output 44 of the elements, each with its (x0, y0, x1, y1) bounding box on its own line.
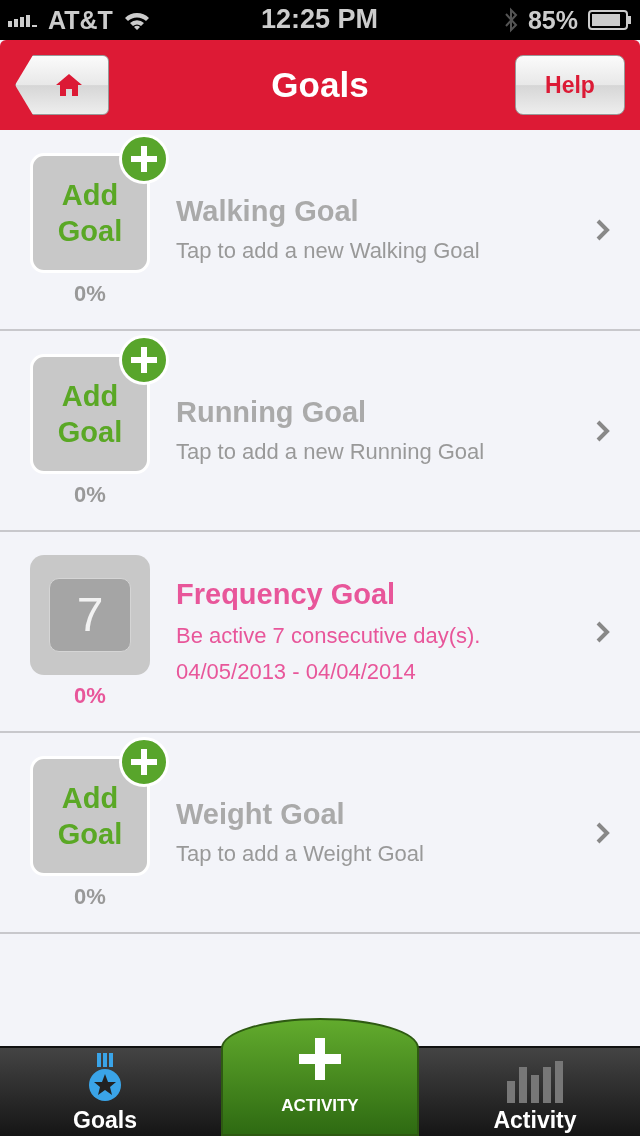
screen-title: Goals (270, 65, 370, 105)
plus-icon (131, 346, 157, 373)
goal-description: Tap to add a new Running Goal (176, 439, 486, 465)
add-activity-button[interactable]: ACTIVITY (221, 1018, 419, 1136)
add-goal-label: Add Goal (56, 177, 124, 249)
home-button[interactable] (15, 55, 109, 115)
progress-percent: 0% (74, 280, 106, 307)
home-icon (55, 73, 83, 97)
goal-row[interactable]: Add Goal 0% Weight Goal Tap to add a Weight Goal (0, 733, 640, 934)
tab-item[interactable]: Activity (430, 1048, 640, 1136)
plus-icon (299, 1038, 341, 1080)
progress-percent: 0% (74, 481, 106, 508)
plus-icon (131, 748, 157, 775)
add-goal-label: Add Goal (56, 780, 124, 852)
progress-percent: 0% (74, 682, 106, 709)
help-button[interactable]: Help (515, 55, 625, 115)
goal-description: Tap to add a Weight Goal (176, 841, 425, 867)
medal-icon (88, 1053, 122, 1103)
goal-title: Frequency Goal (176, 578, 397, 611)
goal-row[interactable]: Add Goal 0% Walking Goal Tap to add a new Walking Goal (0, 130, 640, 331)
carrier-name: AT&T (48, 5, 113, 35)
bluetooth-icon (503, 7, 518, 33)
goal-description: Be active 7 consecutive day(s). (176, 623, 482, 649)
chevron-icon (596, 821, 610, 844)
goal-title: Running Goal (176, 396, 368, 429)
calendar-day-number: 7 (76, 587, 104, 642)
clock-time: 12:25 PM (261, 4, 379, 35)
progress-percent: 0% (74, 883, 106, 910)
goal-title: Weight Goal (176, 798, 346, 831)
battery-percent: 85% (527, 5, 578, 35)
goal-title: Walking Goal (176, 195, 360, 228)
chevron-icon (596, 419, 610, 442)
chevron-icon (596, 620, 610, 643)
plus-icon (131, 145, 157, 172)
add-goal-label: Add Goal (56, 378, 124, 450)
goal-description: Tap to add a new Walking Goal (176, 238, 481, 264)
battery-icon (588, 10, 632, 30)
goal-row[interactable]: 7 0% Frequency Goal Be active 7 consecutive day(s). 04/05/2013 - 04/04/2014 (0, 532, 640, 733)
tab-item[interactable]: Goals (0, 1048, 210, 1136)
goal-row[interactable]: Add Goal 0% Running Goal Tap to add a new Running Goal (0, 331, 640, 532)
goal-description: 04/05/2013 - 04/04/2014 (176, 659, 417, 685)
bar-chart-icon (507, 1061, 563, 1103)
signal-icon (8, 13, 38, 27)
chevron-icon (596, 218, 610, 241)
